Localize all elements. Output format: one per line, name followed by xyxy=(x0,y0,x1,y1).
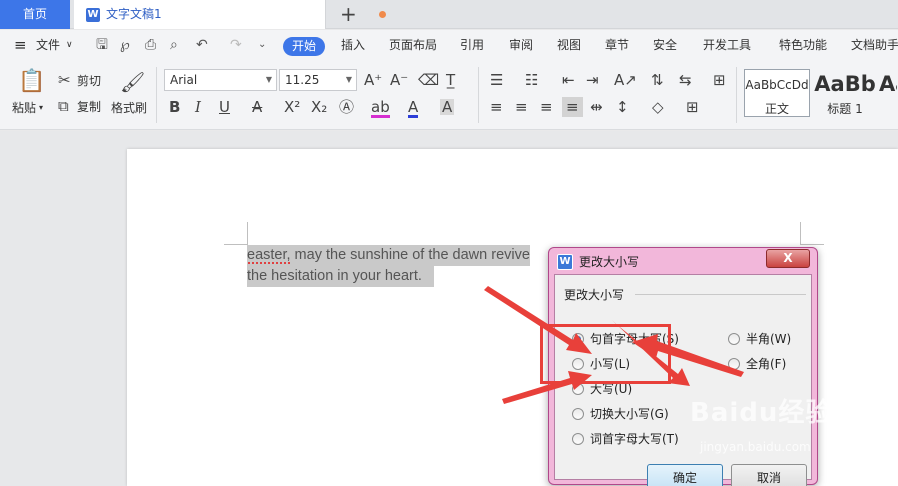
baidu-watermark: Baidu经验 xyxy=(690,398,833,428)
annotation-arrow-2 xyxy=(632,334,744,377)
baidu-watermark-url: jingyan.baidu.com xyxy=(700,440,811,454)
annotation-arrow-1 xyxy=(484,286,592,354)
annotation-arrow-4 xyxy=(502,371,592,404)
